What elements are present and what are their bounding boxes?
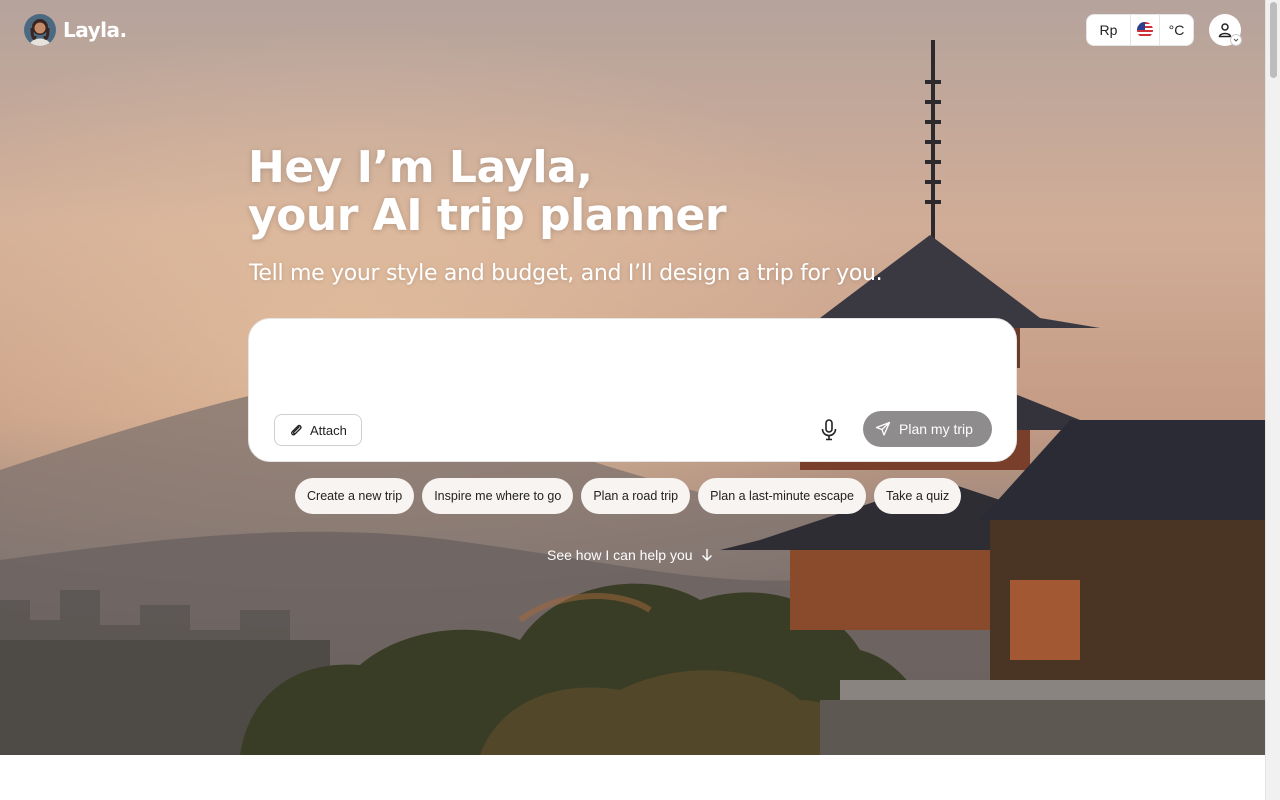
attach-button[interactable]: Attach bbox=[274, 414, 362, 446]
see-how-link[interactable]: See how I can help you bbox=[547, 547, 713, 563]
currency-selector[interactable]: Rp bbox=[1087, 15, 1130, 45]
hero-headline: Hey I’m Layla, your AI trip planner bbox=[248, 142, 727, 241]
brand-name: Layla. bbox=[63, 18, 127, 42]
hero-subline: Tell me your style and budget, and I’ll … bbox=[249, 261, 883, 286]
scrollbar-thumb[interactable] bbox=[1270, 2, 1277, 78]
microphone-icon bbox=[821, 419, 837, 441]
see-how-label: See how I can help you bbox=[547, 547, 693, 563]
us-flag-icon bbox=[1137, 22, 1153, 38]
language-selector[interactable] bbox=[1130, 15, 1160, 45]
headline-line-2: your AI trip planner bbox=[248, 190, 727, 241]
headline-line-1: Hey I’m Layla, bbox=[248, 142, 593, 193]
temperature-unit-selector[interactable]: °C bbox=[1160, 15, 1193, 45]
trip-prompt-box: Attach Plan my trip bbox=[248, 318, 1017, 462]
layla-avatar bbox=[24, 14, 56, 46]
suggestion-create-new-trip[interactable]: Create a new trip bbox=[295, 478, 415, 514]
plan-my-trip-button[interactable]: Plan my trip bbox=[863, 411, 992, 447]
send-icon bbox=[875, 421, 891, 436]
suggestion-inspire-me[interactable]: Inspire me where to go bbox=[422, 478, 574, 514]
suggestion-last-minute-escape[interactable]: Plan a last-minute escape bbox=[698, 478, 866, 514]
brand-logo[interactable]: Layla. bbox=[24, 14, 127, 46]
page-scrollbar[interactable] bbox=[1265, 0, 1280, 800]
suggestion-take-quiz[interactable]: Take a quiz bbox=[873, 478, 962, 514]
suggestion-road-trip[interactable]: Plan a road trip bbox=[581, 478, 691, 514]
paperclip-icon bbox=[291, 424, 302, 436]
suggestion-chips: Create a new trip Inspire me where to go… bbox=[295, 478, 962, 514]
user-menu-button[interactable] bbox=[1209, 14, 1242, 46]
chevron-down-icon bbox=[1230, 34, 1242, 46]
trip-prompt-input[interactable] bbox=[273, 337, 993, 401]
attach-label: Attach bbox=[310, 422, 347, 438]
plan-my-trip-label: Plan my trip bbox=[899, 421, 973, 437]
voice-input-button[interactable] bbox=[815, 415, 843, 445]
arrow-down-icon bbox=[701, 549, 712, 561]
preferences-bar: Rp °C bbox=[1086, 14, 1194, 46]
